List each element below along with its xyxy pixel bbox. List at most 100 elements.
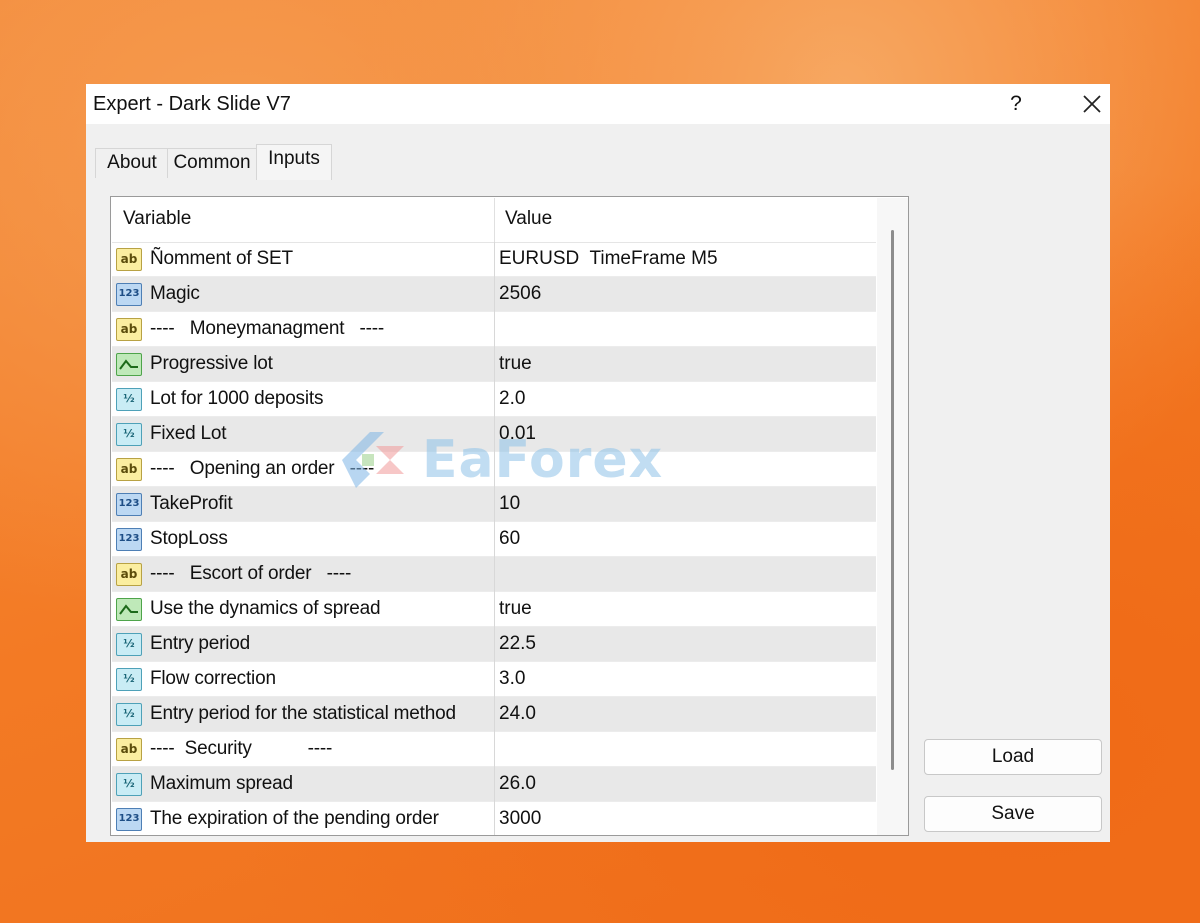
double-icon: ½ (116, 703, 142, 726)
variable-name: ---- Opening an order ---- (150, 458, 375, 479)
table-row[interactable]: ½ Maximum spread 26.0 (112, 767, 876, 802)
variable-value[interactable]: 60 (499, 528, 520, 550)
variable-name: StopLoss (150, 528, 228, 549)
variable-name: Magic (150, 283, 200, 304)
cell-divider (494, 557, 495, 592)
variable-value[interactable]: 2506 (499, 283, 541, 305)
table-row[interactable]: ½ Fixed Lot 0.01 (112, 417, 876, 452)
variable-name: Entry period (150, 633, 251, 654)
table-row[interactable]: ab ---- Security ---- (112, 732, 876, 767)
cell-divider (494, 767, 495, 802)
variable-value[interactable]: true (499, 598, 532, 620)
cell-divider (494, 802, 495, 835)
double-icon: ½ (116, 388, 142, 411)
variable-name: Use the dynamics of spread (150, 598, 381, 619)
table-row[interactable]: ½ Entry period for the statistical method… (112, 697, 876, 732)
variable-name: TakeProfit (150, 493, 233, 514)
column-header-variable[interactable]: Variable (123, 208, 191, 230)
variable-value[interactable]: 26.0 (499, 773, 536, 795)
variable-value[interactable]: 10 (499, 493, 520, 515)
title-bar: Expert - Dark Slide V7 ? (86, 84, 1110, 124)
boolean-icon (116, 598, 142, 621)
tab-bar: About Common Inputs (86, 124, 1110, 180)
tab-about[interactable]: About (95, 148, 169, 178)
table-row[interactable]: ab ---- Opening an order ---- (112, 452, 876, 487)
close-button[interactable] (1074, 88, 1110, 120)
cell-divider (494, 592, 495, 627)
cell-divider (494, 522, 495, 557)
tab-common[interactable]: Common (167, 148, 257, 178)
vertical-scrollbar[interactable] (877, 198, 908, 835)
variable-name: Flow correction (150, 668, 276, 689)
table-row[interactable]: ab ---- Escort of order ---- (112, 557, 876, 592)
double-icon: ½ (116, 773, 142, 796)
window-title: Expert - Dark Slide V7 (93, 93, 291, 115)
cell-divider (494, 382, 495, 417)
column-header-value[interactable]: Value (505, 208, 552, 230)
table-row[interactable]: Use the dynamics of spread true (112, 592, 876, 627)
table-row[interactable]: 123 TakeProfit 10 (112, 487, 876, 522)
string-icon: ab (116, 318, 142, 341)
integer-icon: 123 (116, 493, 142, 516)
tab-inputs[interactable]: Inputs (256, 144, 332, 180)
table-row[interactable]: Progressive lot true (112, 347, 876, 382)
scrollbar-thumb[interactable] (891, 230, 894, 770)
cell-divider (494, 312, 495, 347)
string-icon: ab (116, 458, 142, 481)
variable-name: Fixed Lot (150, 423, 227, 444)
variable-value[interactable]: 3.0 (499, 668, 525, 690)
variable-name: Entry period for the statistical method (150, 703, 456, 724)
inputs-grid: Variable Value ab Ñomment of SET EURUSD Ti… (110, 196, 909, 836)
variable-value[interactable]: true (499, 353, 532, 375)
table-row[interactable]: 123 The expiration of the pending order 30… (112, 802, 876, 835)
double-icon: ½ (116, 633, 142, 656)
cell-divider (494, 487, 495, 522)
variable-value[interactable]: 0.01 (499, 423, 536, 445)
cell-divider (494, 452, 495, 487)
cell-divider (494, 662, 495, 697)
variable-name: Maximum spread (150, 773, 293, 794)
variable-value[interactable]: 3000 (499, 808, 541, 830)
column-divider[interactable] (494, 198, 495, 242)
variable-name: Progressive lot (150, 353, 273, 374)
string-icon: ab (116, 248, 142, 271)
integer-icon: 123 (116, 528, 142, 551)
cell-divider (494, 627, 495, 662)
cell-divider (494, 277, 495, 312)
help-button[interactable]: ? (1001, 90, 1031, 118)
close-icon (1083, 95, 1101, 113)
cell-divider (494, 417, 495, 452)
grid-header: Variable Value (112, 198, 876, 243)
table-row[interactable]: ½ Entry period 22.5 (112, 627, 876, 662)
cell-divider (494, 347, 495, 382)
variable-name: The expiration of the pending order (150, 808, 439, 829)
variable-name: Lot for 1000 deposits (150, 388, 324, 409)
table-row[interactable]: ½ Lot for 1000 deposits 2.0 (112, 382, 876, 417)
variable-value[interactable]: 24.0 (499, 703, 536, 725)
expert-dialog: Expert - Dark Slide V7 ? About Common In… (86, 84, 1110, 842)
variable-name: Ñomment of SET (150, 248, 293, 269)
table-row[interactable]: ab ---- Moneymanagment ---- (112, 312, 876, 347)
boolean-icon (116, 353, 142, 376)
cell-divider (494, 732, 495, 767)
table-row[interactable]: ab Ñomment of SET EURUSD TimeFrame M5 (112, 242, 876, 277)
load-button[interactable]: Load (924, 739, 1102, 775)
string-icon: ab (116, 738, 142, 761)
variable-value[interactable]: 2.0 (499, 388, 525, 410)
integer-icon: 123 (116, 283, 142, 306)
integer-icon: 123 (116, 808, 142, 831)
variable-name: ---- Moneymanagment ---- (150, 318, 385, 339)
cell-divider (494, 242, 495, 277)
table-row[interactable]: 123 StopLoss 60 (112, 522, 876, 557)
table-row[interactable]: 123 Magic 2506 (112, 277, 876, 312)
save-button[interactable]: Save (924, 796, 1102, 832)
variable-value[interactable]: EURUSD TimeFrame M5 (499, 248, 718, 270)
cell-divider (494, 697, 495, 732)
variable-name: ---- Security ---- (150, 738, 333, 759)
string-icon: ab (116, 563, 142, 586)
variable-name: ---- Escort of order ---- (150, 563, 352, 584)
double-icon: ½ (116, 423, 142, 446)
table-row[interactable]: ½ Flow correction 3.0 (112, 662, 876, 697)
double-icon: ½ (116, 668, 142, 691)
variable-value[interactable]: 22.5 (499, 633, 536, 655)
